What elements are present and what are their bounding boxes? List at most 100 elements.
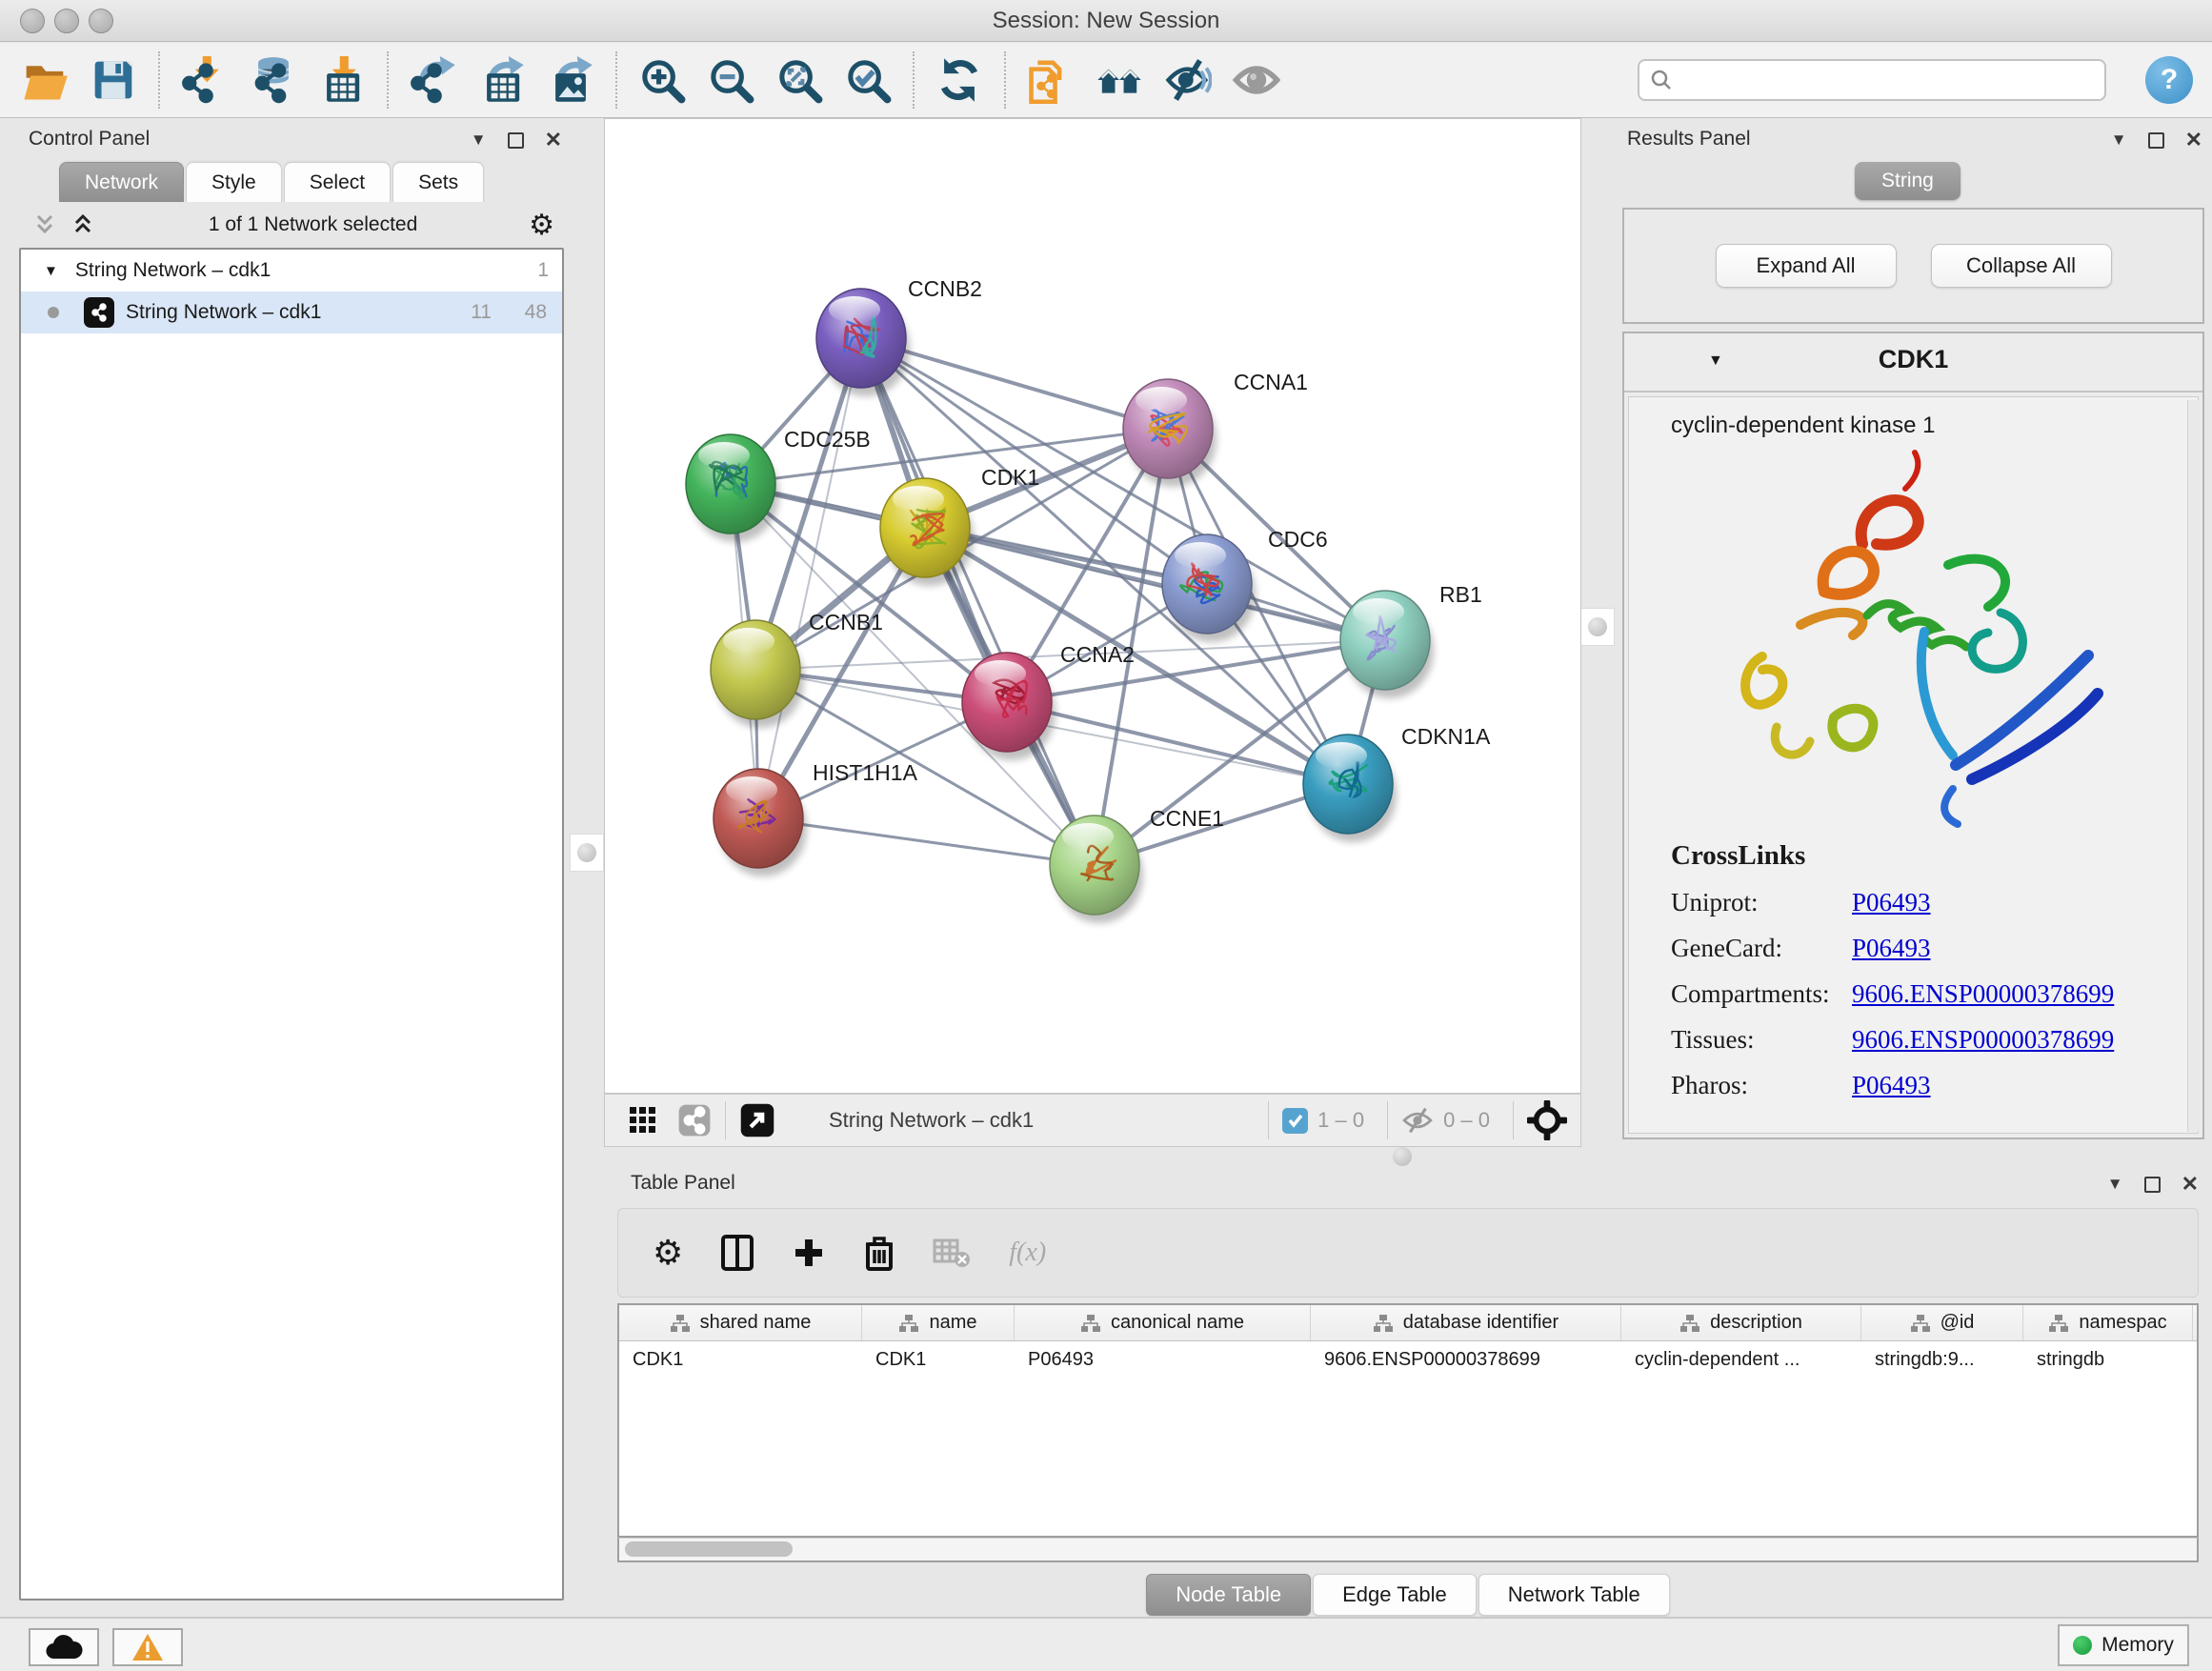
tab-edge-table[interactable]: Edge Table xyxy=(1313,1574,1477,1616)
table-options-gear-icon[interactable]: ⚙ xyxy=(653,1233,683,1273)
collapse-table-icon[interactable]: ▼ xyxy=(2107,1175,2123,1194)
tree-expander-icon[interactable]: ▼ xyxy=(44,263,58,279)
crosslink-link[interactable]: P06493 xyxy=(1852,888,1931,917)
open-session-button[interactable] xyxy=(17,52,72,108)
tab-string[interactable]: String xyxy=(1855,162,1961,200)
table-cell[interactable]: P06493 xyxy=(1015,1341,1311,1378)
open-navigator-icon[interactable] xyxy=(739,1102,775,1138)
tab-node-table[interactable]: Node Table xyxy=(1146,1574,1311,1616)
edge-CCNA2-CDKN1A[interactable] xyxy=(1007,702,1348,784)
edge-CCNB2-CCNE1[interactable] xyxy=(861,338,1095,865)
crosslink-link[interactable]: 9606.ENSP00000378699 xyxy=(1852,1025,2114,1055)
show-columns-icon[interactable] xyxy=(721,1235,754,1271)
tab-sets[interactable]: Sets xyxy=(392,162,484,202)
column-header-namespac[interactable]: namespac xyxy=(2023,1305,2193,1340)
table-cell[interactable]: CDK1 xyxy=(862,1341,1015,1378)
tab-select[interactable]: Select xyxy=(284,162,391,202)
search-box[interactable] xyxy=(1638,59,2106,101)
node-CDK1[interactable]: CDK1 xyxy=(880,465,1039,586)
help-button[interactable]: ? xyxy=(2145,56,2193,104)
cloud-status-button[interactable] xyxy=(29,1628,99,1666)
node-CDKN1A[interactable]: CDKN1A xyxy=(1303,724,1491,842)
tab-style[interactable]: Style xyxy=(186,162,282,202)
table-hscrollbar[interactable] xyxy=(617,1538,2199,1562)
right-splitter-handle[interactable] xyxy=(1580,608,1615,646)
node-CCNB1[interactable]: CCNB1 xyxy=(711,610,883,728)
network-collection-row[interactable]: ▼ String Network – cdk1 1 xyxy=(21,250,562,292)
save-session-button[interactable] xyxy=(86,52,141,108)
zoom-in-button[interactable] xyxy=(634,52,690,108)
float-results-icon[interactable] xyxy=(2148,132,2164,149)
delete-column-icon[interactable] xyxy=(864,1235,895,1271)
apply-preferred-layout-button[interactable] xyxy=(1092,52,1147,108)
bottom-splitter-handle[interactable] xyxy=(1393,1147,1412,1166)
node-CDC25B[interactable]: CDC25B xyxy=(686,427,871,542)
table-row[interactable]: CDK1CDK1P064939606.ENSP00000378699cyclin… xyxy=(619,1341,2197,1378)
float-panel-icon[interactable] xyxy=(508,132,524,149)
crosslink-link[interactable]: P06493 xyxy=(1852,934,1931,963)
column-header-@id[interactable]: @id xyxy=(1861,1305,2023,1340)
tab-network[interactable]: Network xyxy=(59,162,184,202)
export-network-button[interactable] xyxy=(406,52,461,108)
memory-button[interactable]: Memory xyxy=(2058,1624,2189,1666)
crosslink-link[interactable]: P06493 xyxy=(1852,1071,1931,1100)
table-cell[interactable]: 9606.ENSP00000378699 xyxy=(1311,1341,1621,1378)
tab-network-table[interactable]: Network Table xyxy=(1478,1574,1670,1616)
table-hscrollbar-thumb[interactable] xyxy=(625,1541,793,1557)
add-column-icon[interactable] xyxy=(792,1236,826,1270)
node-CCNA2[interactable]: CCNA2 xyxy=(962,642,1135,760)
column-header-name[interactable]: name xyxy=(862,1305,1015,1340)
close-panel-icon[interactable]: ✕ xyxy=(545,128,562,152)
expand-all-button[interactable]: Expand All xyxy=(1716,244,1897,288)
network-row[interactable]: String Network – cdk1 11 48 xyxy=(21,292,562,333)
grid-view-icon[interactable] xyxy=(628,1105,658,1136)
table-cell[interactable]: stringdb:9... xyxy=(1861,1341,2023,1378)
expand-all-tree-icon[interactable] xyxy=(30,211,59,239)
warning-status-button[interactable] xyxy=(112,1628,183,1666)
collapse-all-button[interactable]: Collapse All xyxy=(1931,244,2112,288)
share-view-icon[interactable] xyxy=(677,1103,712,1137)
column-header-database-identifier[interactable]: database identifier xyxy=(1311,1305,1621,1340)
import-network-from-database-button[interactable] xyxy=(246,52,301,108)
collapse-results-icon[interactable]: ▼ xyxy=(2111,131,2127,150)
node-HIST1H1A[interactable]: HIST1H1A xyxy=(714,760,918,876)
clone-network-button[interactable] xyxy=(1023,52,1078,108)
show-all-button[interactable] xyxy=(1229,52,1284,108)
import-network-from-file-button[interactable] xyxy=(177,52,232,108)
network-options-gear-icon[interactable]: ⚙ xyxy=(529,209,554,242)
gene-entry-header[interactable]: ▼ CDK1 xyxy=(1624,333,2202,393)
close-results-icon[interactable]: ✕ xyxy=(2185,128,2202,152)
refresh-button[interactable] xyxy=(932,52,987,108)
zoom-fit-button[interactable] xyxy=(772,52,827,108)
search-input[interactable] xyxy=(1674,69,2104,92)
collapse-all-tree-icon[interactable] xyxy=(69,211,97,239)
import-table-from-file-button[interactable] xyxy=(314,52,370,108)
network-canvas[interactable]: CCNB2 CCNA1 CDC25B CDK1 CDC6 RB1 CCNB1 C… xyxy=(604,118,1581,1094)
crosslink-link[interactable]: 9606.ENSP00000378699 xyxy=(1852,979,2114,1009)
node-CCNB2[interactable]: CCNB2 xyxy=(816,276,982,396)
node-CDC6[interactable]: CDC6 xyxy=(1162,527,1328,642)
export-table-button[interactable] xyxy=(474,52,530,108)
edge-HIST1H1A-CCNE1[interactable] xyxy=(758,818,1095,865)
column-header-description[interactable]: description xyxy=(1621,1305,1861,1340)
close-table-icon[interactable]: ✕ xyxy=(2182,1172,2199,1197)
left-splitter-handle[interactable] xyxy=(570,834,604,872)
zoom-selected-button[interactable] xyxy=(840,52,895,108)
node-CCNA1[interactable]: CCNA1 xyxy=(1123,370,1308,487)
collapse-panel-icon[interactable]: ▼ xyxy=(471,131,487,150)
table-cell[interactable]: stringdb xyxy=(2023,1341,2193,1378)
float-table-icon[interactable] xyxy=(2144,1177,2161,1193)
column-header-canonical-name[interactable]: canonical name xyxy=(1015,1305,1311,1340)
table-cell[interactable]: CDK1 xyxy=(619,1341,862,1378)
column-header-shared-name[interactable]: shared name xyxy=(619,1305,862,1340)
node-CCNE1[interactable]: CCNE1 xyxy=(1050,806,1224,923)
selected-checkbox[interactable] xyxy=(1282,1108,1308,1134)
results-scrollbar[interactable] xyxy=(2187,400,2201,1132)
zoom-out-button[interactable] xyxy=(703,52,758,108)
hide-selected-button[interactable] xyxy=(1160,52,1216,108)
table-cell[interactable]: cyclin-dependent ... xyxy=(1621,1341,1861,1378)
node-RB1[interactable]: RB1 xyxy=(1340,582,1482,698)
reposition-target-icon[interactable] xyxy=(1527,1100,1567,1140)
edge-CCNB2-HIST1H1A[interactable] xyxy=(758,338,861,818)
export-image-button[interactable] xyxy=(543,52,598,108)
